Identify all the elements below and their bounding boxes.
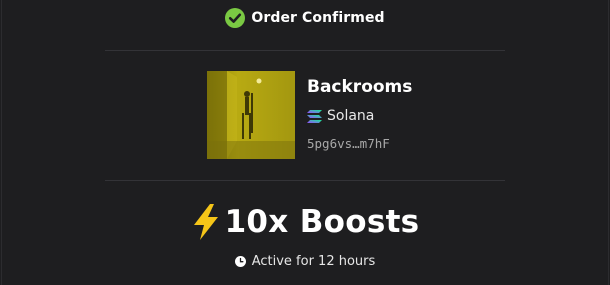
token-address[interactable]: 5pg6vs…m7hF <box>307 136 390 151</box>
token-name: Backrooms <box>307 77 413 97</box>
active-status: Active for 12 hours <box>0 254 610 269</box>
solana-icon <box>307 109 322 123</box>
token-thumbnail <box>207 71 295 159</box>
chain-name: Solana <box>327 108 375 124</box>
clock-icon <box>234 256 246 267</box>
divider-middle <box>105 180 505 181</box>
header-title: Order Confirmed <box>251 10 385 26</box>
active-duration-text: Active for 12 hours <box>251 254 376 269</box>
lightning-bolt-icon <box>193 204 218 240</box>
boost-label: 10x Boosts <box>224 204 420 240</box>
panel-frame <box>1 0 609 285</box>
check-circle-icon <box>225 8 246 28</box>
chain-row: Solana <box>307 108 374 124</box>
boost-row: 10x Boosts <box>0 204 610 240</box>
order-confirmed-header: Order Confirmed <box>0 8 610 28</box>
divider-top <box>105 50 505 51</box>
